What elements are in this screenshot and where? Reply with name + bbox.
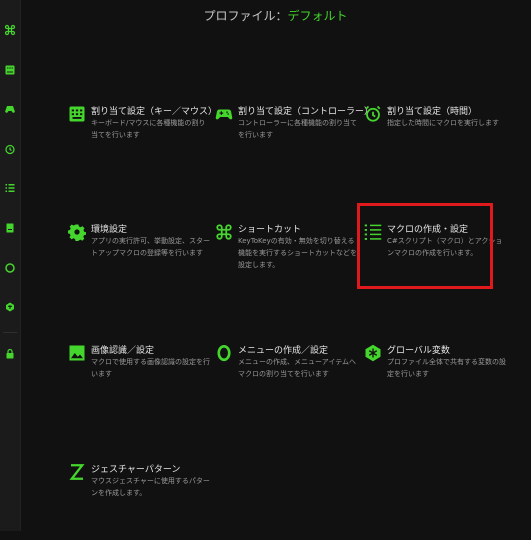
sidebar-brain-icon[interactable]	[2, 299, 18, 315]
tile-title: 画像認識／設定	[91, 346, 155, 356]
tile-title: 割り当て設定（コントローラー）	[238, 107, 374, 117]
tile-title: 割り当て設定（時間）	[387, 107, 478, 117]
profile-header: プロファイル：デフォルト	[20, 0, 531, 32]
sidebar-alarm-icon[interactable]	[2, 141, 18, 157]
tile-title: ショートカット	[238, 225, 302, 235]
sidebar-lock-icon[interactable]	[2, 346, 18, 362]
tile-title: ジェスチャーパターン	[91, 465, 181, 475]
tile-image-recognition[interactable]: 画像認識／設定 マクロで使用する画像認識の設定を行います	[66, 343, 211, 421]
tile-description: KeyToKeyの有効・無効を切り替える機能を実行するショートカットなどを設定し…	[238, 237, 357, 269]
tile-description: アプリの実行許可、挙動設定、スタートアップマクロの登録等を行います	[91, 237, 210, 257]
sidebar-keyboard-icon[interactable]	[2, 62, 18, 78]
alarm-icon	[362, 104, 384, 128]
ring-icon	[213, 343, 235, 367]
tile-preferences[interactable]: 環境設定 アプリの実行許可、挙動設定、スタートアップマクロの登録等を行います	[66, 222, 211, 300]
sidebar-divider	[3, 332, 17, 333]
gear-icon	[66, 222, 88, 246]
keyboard-icon	[66, 104, 88, 128]
brain-icon	[362, 343, 384, 367]
tile-title: 環境設定	[91, 225, 128, 235]
tile-title: メニューの作成／設定	[238, 346, 329, 356]
tile-description: 指定した時間にマクロを実行します	[387, 119, 499, 127]
sidebar-book-icon[interactable]	[2, 220, 18, 236]
sidebar-circle-icon[interactable]	[2, 260, 18, 276]
sidebar-command-icon[interactable]	[2, 22, 18, 38]
highlight-box	[357, 203, 493, 289]
tile-description: マクロで使用する画像認識の設定を行います	[91, 358, 210, 378]
sidebar	[0, 0, 21, 531]
image-icon	[66, 343, 88, 367]
gamepad-icon	[213, 104, 235, 128]
tile-controller-assign[interactable]: 割り当て設定（コントローラー） コントローラーに各種機能の割り当てを行います	[213, 104, 374, 182]
tile-description: プロファイル全体で共有する変数の設定を行います	[387, 358, 506, 378]
tile-title: 割り当て設定（キー／マウス）	[91, 107, 218, 117]
tile-description: キーボード/マウスに各種機能の割り当てを行います	[91, 119, 206, 139]
sidebar-gamepad-icon[interactable]	[2, 101, 18, 117]
tile-global-variables[interactable]: グローバル変数 プロファイル全体で共有する変数の設定を行います	[362, 343, 507, 421]
tile-shortcut[interactable]: ショートカット KeyToKeyの有効・無効を切り替える機能を実行するショートカ…	[213, 222, 358, 300]
tile-menu-create[interactable]: メニューの作成／設定 メニューの作成、メニューアイテムへマクロの割り当てを行いま…	[213, 343, 358, 421]
tile-gesture-pattern[interactable]: ジェスチャーパターン マウスジェスチャーに使用するパターンを作成します。	[66, 462, 211, 540]
sidebar-list-icon[interactable]	[2, 180, 18, 196]
tile-description: メニューの作成、メニューアイテムへマクロの割り当てを行います	[238, 358, 357, 378]
tile-description: コントローラーに各種機能の割り当てを行います	[238, 119, 357, 139]
gesture-z-icon	[66, 462, 88, 486]
profile-label: プロファイル：	[203, 9, 288, 23]
profile-name[interactable]: デフォルト	[288, 9, 348, 23]
tile-title: グローバル変数	[387, 346, 450, 356]
tile-description: マウスジェスチャーに使用するパターンを作成します。	[91, 477, 210, 497]
tile-key-mouse-assign[interactable]: 割り当て設定（キー／マウス） キーボード/マウスに各種機能の割り当てを行います	[66, 104, 218, 182]
tile-time-assign[interactable]: 割り当て設定（時間） 指定した時間にマクロを実行します	[362, 104, 507, 182]
command-icon	[213, 222, 235, 246]
